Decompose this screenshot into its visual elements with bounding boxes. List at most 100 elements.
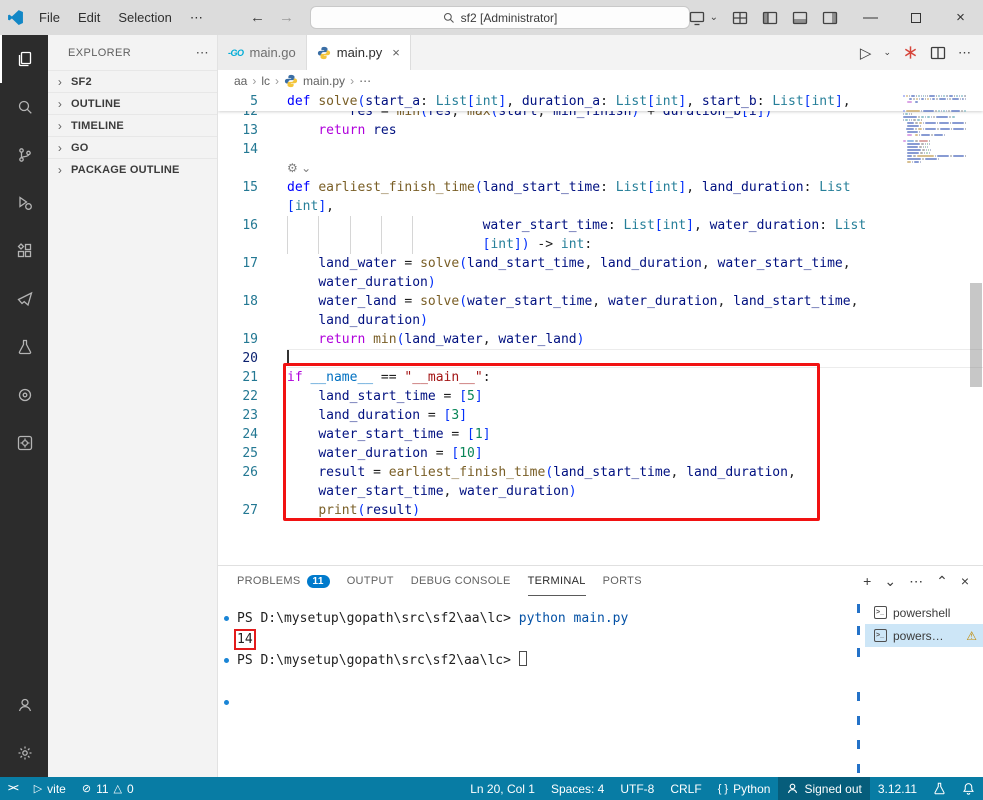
sidebar-section-timeline[interactable]: › TIMELINE xyxy=(48,114,217,136)
editor-tab-bar: ‑GO main.go main.py × ▷ ⌄ ⋯ xyxy=(218,35,983,70)
sidebar-section-sf2[interactable]: › SF2 xyxy=(48,70,217,92)
code-editor[interactable]: 5 def solve(start_a: List[int], duration_… xyxy=(218,92,983,565)
panel-bottom-icon[interactable] xyxy=(792,10,808,26)
code-line[interactable]: 12 res = min(res, max(start, min_finish)… xyxy=(218,111,983,121)
activity-tools-icon[interactable] xyxy=(0,419,48,467)
command-decoration-dot xyxy=(224,700,229,705)
nav-forward-icon[interactable]: → xyxy=(279,9,294,26)
breadcrumb-item[interactable]: lc xyxy=(261,74,270,88)
sidebar-section-outline[interactable]: › OUTLINE xyxy=(48,92,217,114)
activity-accounts-icon[interactable] xyxy=(0,681,48,729)
terminal-list-item[interactable]: >_ powers… ⚠ xyxy=(865,624,983,647)
status-eol[interactable]: CRLF xyxy=(662,777,709,800)
red-star-icon[interactable] xyxy=(903,45,918,60)
status-cursor-position[interactable]: Ln 20, Col 1 xyxy=(462,777,543,800)
panel-tab-problems[interactable]: PROBLEMS 11 xyxy=(237,566,330,596)
panel-tab-ports[interactable]: PORTS xyxy=(603,566,642,596)
sidebar-more-icon[interactable]: ⋯ xyxy=(196,45,209,61)
menu-item-selection[interactable]: Selection xyxy=(109,0,180,35)
activity-testing-icon[interactable] xyxy=(0,323,48,371)
breadcrumb-item[interactable]: ⋯ xyxy=(359,74,371,88)
status-python-version[interactable]: 3.12.11 xyxy=(870,777,925,800)
tab-close-icon[interactable]: × xyxy=(392,45,400,60)
activity-explorer-icon[interactable] xyxy=(0,35,48,83)
activity-record-icon[interactable] xyxy=(0,371,48,419)
activity-manage-icon[interactable] xyxy=(0,729,48,777)
status-signed-out[interactable]: Signed out xyxy=(778,777,870,800)
activity-run-and-debug-icon[interactable] xyxy=(0,179,48,227)
minimap-line xyxy=(903,131,967,133)
status-language-mode[interactable]: { } Python xyxy=(710,777,779,800)
code-line[interactable]: 18 water_land = solve(water_start_time, … xyxy=(218,292,983,311)
minimap-line xyxy=(903,143,967,145)
split-editor-icon[interactable] xyxy=(930,45,946,61)
menu-item-edit[interactable]: Edit xyxy=(69,0,109,35)
bottom-panel: PROBLEMS 11 OUTPUT DEBUG CONSOLE TERMINAL POR… xyxy=(218,565,983,777)
breadcrumb-item[interactable]: main.py xyxy=(303,74,345,88)
terminal-line: PS D:\mysetup\gopath\src\sf2\aa\lc> xyxy=(218,650,855,671)
code-line[interactable]: 15 def earliest_finish_time(land_start_ti… xyxy=(218,178,983,197)
panel-tab-terminal[interactable]: TERMINAL xyxy=(528,566,586,596)
profile-dropdown-icon[interactable]: ⌄ xyxy=(884,573,896,590)
indent-guide xyxy=(380,235,412,254)
minimap[interactable] xyxy=(903,95,967,164)
nav-back-icon[interactable]: ← xyxy=(250,9,265,26)
run-python-icon[interactable]: ▷ xyxy=(860,44,872,62)
status-beaker[interactable] xyxy=(925,777,954,800)
terminal[interactable]: PS D:\mysetup\gopath\src\sf2\aa\lc> pyth… xyxy=(218,596,855,777)
more-icon[interactable]: ⋯ xyxy=(909,573,923,590)
sidebar-section-go[interactable]: › GO xyxy=(48,136,217,158)
command-center-search[interactable]: sf2 [Administrator] xyxy=(310,6,690,29)
sidebar-section-package-outline[interactable]: › PACKAGE OUTLINE xyxy=(48,158,217,180)
code-line[interactable]: [int], xyxy=(218,197,983,216)
code-line[interactable]: ⚙ ⌄ xyxy=(218,159,983,178)
code-line[interactable]: 5 def solve(start_a: List[int], duration_… xyxy=(218,92,983,111)
sidebar-left-icon[interactable] xyxy=(762,10,778,26)
close-panel-icon[interactable]: × xyxy=(961,573,969,589)
maximize-panel-icon[interactable]: ⌃ xyxy=(936,573,948,590)
close-button[interactable]: × xyxy=(938,0,983,35)
status-encoding[interactable]: UTF-8 xyxy=(612,777,662,800)
code-line[interactable]: [int]) -> int: xyxy=(218,235,983,254)
new-terminal-icon[interactable]: + xyxy=(863,573,871,589)
line-number xyxy=(218,159,287,178)
sidebar-right-icon[interactable] xyxy=(822,10,838,26)
maximize-button[interactable] xyxy=(893,0,938,35)
activity-search-icon[interactable] xyxy=(0,83,48,131)
inline-gear-icon[interactable]: ⚙ ⌄ xyxy=(287,161,311,175)
panel-tab-output[interactable]: OUTPUT xyxy=(347,566,394,596)
remote-window-icon[interactable] xyxy=(689,10,705,26)
minimize-button[interactable]: — xyxy=(848,0,893,35)
code-text: land_duration) xyxy=(318,313,428,328)
tab-main-py[interactable]: main.py × xyxy=(306,35,411,70)
code-line[interactable]: land_duration) xyxy=(218,311,983,330)
tab-label: main.py xyxy=(336,45,383,60)
panel-tab-debug-console[interactable]: DEBUG CONSOLE xyxy=(411,566,511,596)
activity-chat-icon[interactable] xyxy=(0,275,48,323)
more-icon[interactable]: ⋯ xyxy=(958,45,971,61)
code-line[interactable]: 13 return res xyxy=(218,121,983,140)
menu-item-file[interactable]: File xyxy=(30,0,69,35)
activity-extensions-icon[interactable] xyxy=(0,227,48,275)
code-line[interactable]: 19 return min(land_water, water_land) xyxy=(218,330,983,349)
terminal-list-item[interactable]: >_ powershell xyxy=(865,601,983,624)
status-remote-indicator[interactable]: >< xyxy=(0,777,26,800)
code-line[interactable]: 14 xyxy=(218,140,983,159)
code-line[interactable]: 17 land_water = solve(land_start_time, l… xyxy=(218,254,983,273)
powershell-icon: >_ xyxy=(874,629,887,642)
status-problems-status[interactable]: ⊘ 11 △ 0 xyxy=(74,777,142,800)
tab-main-go[interactable]: ‑GO main.go xyxy=(218,35,307,70)
title-bar: File Edit Selection ⋯ ← → sf2 [Administrato… xyxy=(0,0,983,35)
breadcrumb-item[interactable]: aa xyxy=(234,74,247,88)
activity-source-control-icon[interactable] xyxy=(0,131,48,179)
run-dropdown-icon[interactable]: ⌄ xyxy=(883,47,891,58)
layout-grid-icon[interactable] xyxy=(732,10,748,26)
code-text: res = min(res, max(start, min_finish) + … xyxy=(349,111,773,119)
menu-item-[interactable]: ⋯ xyxy=(181,0,212,35)
editor-scrollbar[interactable] xyxy=(970,283,982,387)
status-run-task-vite[interactable]: ▷ vite xyxy=(26,777,74,800)
code-line[interactable]: 16 water_start_time: List[int], water_dur… xyxy=(218,216,983,235)
code-line[interactable]: water_duration) xyxy=(218,273,983,292)
status-notifications[interactable] xyxy=(954,777,983,800)
status-indentation[interactable]: Spaces: 4 xyxy=(543,777,612,800)
